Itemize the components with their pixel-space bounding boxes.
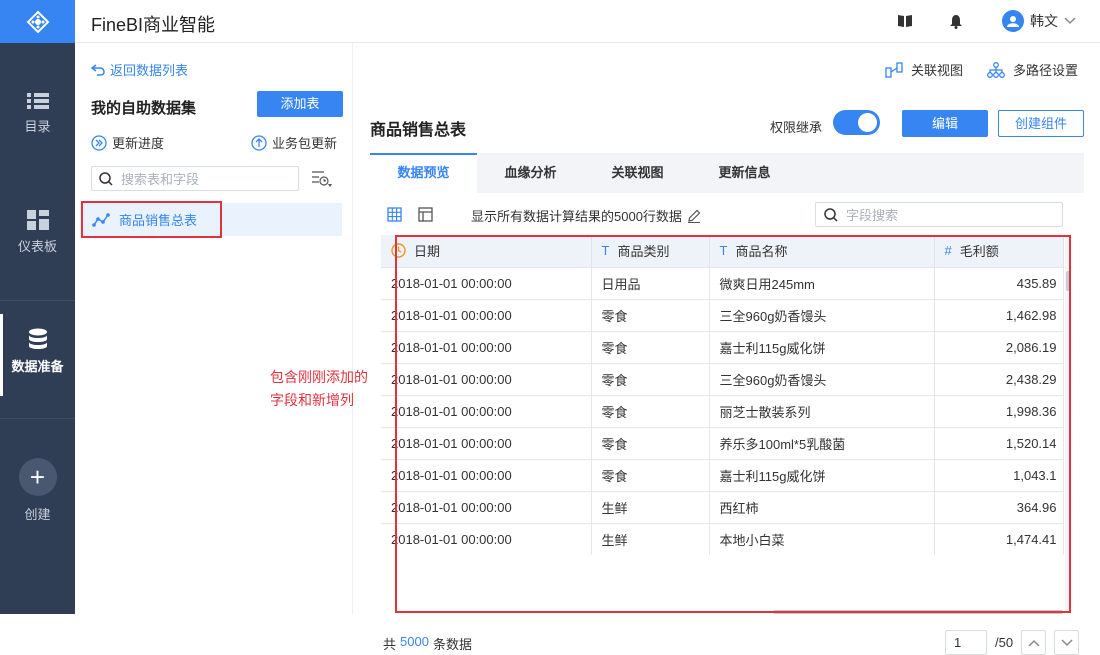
tab-lineage[interactable]: 血缘分析 xyxy=(477,153,584,193)
nav-item-dashboard[interactable]: 仪表板 xyxy=(0,210,75,255)
tab-link-view[interactable]: 关联视图 xyxy=(584,153,691,193)
multipath-settings-link[interactable]: 多路径设置 xyxy=(987,60,1078,79)
back-label: 返回数据列表 xyxy=(110,63,189,78)
left-nav: 目录 仪表板 数据准备 + 创建 xyxy=(0,0,75,614)
pagination: 1 /50 xyxy=(945,630,1080,655)
user-icon xyxy=(1007,16,1019,27)
nav-item-create[interactable]: + 创建 xyxy=(0,458,75,523)
dataset-panel: 返回数据列表 我的自助数据集 添加表 更新进度 业务包更新 搜索表和字段 商品销… xyxy=(75,43,353,614)
logo-icon xyxy=(26,10,49,33)
nav-label: 创建 xyxy=(24,507,51,522)
link-view-label: 关联视图 xyxy=(911,63,964,78)
search-icon xyxy=(99,171,113,186)
highlight-box xyxy=(395,235,1071,613)
grid-view-icon[interactable] xyxy=(387,207,402,222)
user-name: 韩文 xyxy=(1030,13,1058,29)
nav-label: 仪表板 xyxy=(17,239,57,254)
page-input[interactable]: 1 xyxy=(945,630,987,655)
dashboard-icon xyxy=(26,210,49,230)
total-suffix: 条数据 xyxy=(432,637,472,652)
total-count: 5000 xyxy=(400,634,429,649)
pencil-icon[interactable] xyxy=(687,209,701,223)
top-bar: FineBI商业智能 韩文 xyxy=(75,0,1100,43)
update-progress-label: 更新进度 xyxy=(112,136,165,151)
back-arrow-icon xyxy=(91,63,105,76)
app-title: FineBI商业智能 xyxy=(91,15,216,35)
back-to-list-link[interactable]: 返回数据列表 xyxy=(91,60,188,79)
multipath-label: 多路径设置 xyxy=(1013,63,1079,78)
row-count-info: 显示所有数据计算结果的5000行数据 xyxy=(471,206,701,225)
database-icon xyxy=(28,328,47,349)
upload-icon xyxy=(251,134,267,151)
nav-label: 目录 xyxy=(24,119,51,134)
search-icon xyxy=(824,207,838,222)
divider xyxy=(0,418,75,419)
add-table-button[interactable]: 添加表 xyxy=(257,91,343,117)
divider xyxy=(0,300,75,301)
book-icon[interactable] xyxy=(897,14,913,28)
avatar xyxy=(1002,10,1024,32)
annotation-line: 包含刚刚添加的 xyxy=(270,369,368,385)
plus-icon: + xyxy=(18,458,57,496)
bell-icon[interactable] xyxy=(949,14,963,29)
next-page-button[interactable] xyxy=(1054,630,1080,655)
table-field-search[interactable]: 搜索表和字段 xyxy=(91,166,299,191)
detail-tabs: 数据预览 血缘分析 关联视图 更新信息 xyxy=(370,153,1084,193)
highlight-box xyxy=(81,201,222,238)
chevron-down-icon xyxy=(1064,17,1076,25)
detail-pane: 关联视图 多路径设置 商品销售总表 权限继承 编辑 创建组件 数据预览 血缘分析… xyxy=(353,43,1100,655)
nav-item-catalog[interactable]: 目录 xyxy=(0,92,75,135)
tab-data-preview[interactable]: 数据预览 xyxy=(370,153,477,193)
filter-sort-icon[interactable] xyxy=(311,170,333,188)
row-total: 共 5000 条数据 xyxy=(383,634,472,653)
update-progress-icon xyxy=(91,134,107,151)
table-card: 商品销售总表 权限继承 编辑 创建组件 数据预览 血缘分析 关联视图 更新信息 … xyxy=(353,95,1100,655)
panel-title: 我的自助数据集 xyxy=(91,100,197,117)
search-placeholder: 搜索表和字段 xyxy=(121,172,200,187)
edit-button[interactable]: 编辑 xyxy=(902,110,988,137)
permission-label: 权限继承 xyxy=(770,120,823,135)
link-view-icon xyxy=(885,61,903,78)
field-search-placeholder: 字段搜索 xyxy=(846,208,899,223)
chevron-up-icon xyxy=(1028,639,1040,647)
business-package-update-label: 业务包更新 xyxy=(272,136,338,151)
list-icon xyxy=(26,93,49,109)
row-count-text: 显示所有数据计算结果的5000行数据 xyxy=(471,209,682,224)
multipath-icon xyxy=(987,61,1005,78)
user-menu[interactable]: 韩文 xyxy=(1002,10,1076,32)
logo[interactable] xyxy=(0,0,75,43)
preview-toolbar: 显示所有数据计算结果的5000行数据 字段搜索 xyxy=(370,193,1084,235)
page-total: /50 xyxy=(995,635,1014,650)
chevron-down-icon xyxy=(1061,638,1073,646)
field-search-input[interactable]: 字段搜索 xyxy=(815,202,1063,227)
update-progress-link[interactable]: 更新进度 xyxy=(91,133,164,152)
total-prefix: 共 xyxy=(383,637,397,652)
nav-item-data-prep[interactable]: 数据准备 xyxy=(0,314,75,396)
annotation-line: 字段和新增列 xyxy=(270,392,354,408)
link-view-link[interactable]: 关联视图 xyxy=(885,60,963,79)
business-package-update-link[interactable]: 业务包更新 xyxy=(251,133,337,152)
toggle-knob xyxy=(858,113,877,132)
table-title: 商品销售总表 xyxy=(370,122,467,139)
create-component-button[interactable]: 创建组件 xyxy=(998,110,1084,137)
tab-update-info[interactable]: 更新信息 xyxy=(691,153,798,193)
nav-label: 数据准备 xyxy=(11,359,64,374)
annotation-text: 包含刚刚添加的 字段和新增列 xyxy=(270,366,380,412)
prev-page-button[interactable] xyxy=(1021,630,1047,655)
permission-toggle[interactable] xyxy=(833,110,880,135)
layout-view-icon[interactable] xyxy=(418,207,433,222)
detail-top-bar: 关联视图 多路径设置 xyxy=(353,43,1100,95)
